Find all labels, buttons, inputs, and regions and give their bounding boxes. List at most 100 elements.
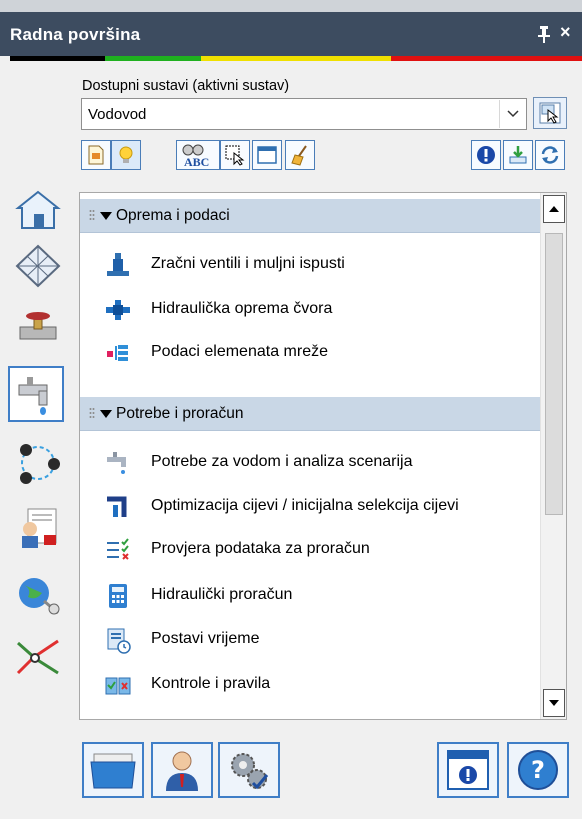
close-icon[interactable]: ×: [560, 22, 571, 43]
metro-lines-icon: [16, 639, 59, 675]
broom-icon: [291, 145, 307, 166]
settings-gears-icon: [231, 753, 269, 790]
window-title: Radna površina: [10, 25, 141, 44]
available-systems-label: Dostupni sustavi (aktivni sustav): [82, 78, 290, 94]
sidebar-globe[interactable]: [10, 566, 66, 622]
user-button[interactable]: [151, 742, 213, 798]
sidebar-network[interactable]: [10, 435, 66, 491]
pipe-optimize-icon: [107, 496, 127, 517]
list-item-label: Zračni ventili i muljni ispusti: [151, 255, 345, 272]
group-header-potrebe[interactable]: Potrebe i proračun: [80, 397, 540, 431]
list-item-label: Optimizacija cijevi / inicijalna selekci…: [151, 497, 459, 514]
water-demand-icon: [107, 452, 126, 474]
list-item-label: Provjera podataka za proračun: [151, 540, 370, 557]
valve-pipe-icon: [19, 312, 57, 340]
help-icon: ?: [518, 750, 558, 790]
help-button[interactable]: ?: [507, 742, 569, 798]
list-item-label: Postavi vrijeme: [151, 630, 260, 647]
spell-check-button[interactable]: ABC: [176, 140, 220, 170]
faucet-icon: [18, 377, 48, 415]
rules-book-icon: [105, 677, 131, 695]
list-item-network-data[interactable]: Podaci elemenata mreže: [80, 333, 540, 373]
grid-icon: [15, 244, 61, 288]
group-title: Oprema i podaci: [116, 207, 230, 224]
user-icon: [166, 751, 198, 791]
list-item-label: Kontrole i pravila: [151, 675, 271, 692]
info-icon: [477, 146, 495, 164]
info-window-button[interactable]: [437, 742, 499, 798]
spell-check-icon: ABC: [182, 144, 209, 168]
system-select[interactable]: Vodovod: [81, 98, 527, 130]
sidebar-home[interactable]: [10, 183, 66, 239]
select-cursor-icon: [225, 145, 245, 166]
clock-document-icon: [107, 628, 131, 654]
list-item-label: Podaci elemenata mreže: [151, 343, 328, 360]
vertical-scrollbar[interactable]: [540, 193, 566, 719]
group-header-oprema[interactable]: Oprema i podaci: [80, 199, 540, 233]
list-item-node-equipment[interactable]: Hidraulička oprema čvora: [80, 290, 540, 330]
collapse-triangle-icon[interactable]: [100, 212, 112, 220]
node-equipment-icon: [106, 300, 130, 320]
network-nodes-icon: [20, 444, 60, 484]
list-item-pipe-optimize[interactable]: Optimizacija cijevi / inicijalna selekci…: [80, 487, 540, 527]
list-item-check-data[interactable]: Provjera podataka za proračun: [80, 530, 540, 570]
scrollbar-thumb[interactable]: [545, 233, 563, 515]
calculator-icon: [109, 584, 127, 608]
pick-system-button[interactable]: [533, 97, 567, 129]
list-item-water-demand[interactable]: Potrebe za vodom i analiza scenarija: [80, 443, 540, 483]
svg-text:ABC: ABC: [184, 155, 209, 168]
scroll-up-icon: [549, 206, 559, 212]
list-item-air-valves[interactable]: Zračni ventili i muljni ispusti: [80, 245, 540, 285]
scroll-down-button[interactable]: [543, 689, 565, 717]
list-item-label: Hidraulički proračun: [151, 586, 293, 603]
scroll-up-button[interactable]: [543, 195, 565, 223]
sidebar-metro[interactable]: [10, 628, 66, 684]
broom-button[interactable]: [285, 140, 315, 170]
lightbulb-button[interactable]: [111, 140, 141, 170]
folder-icon: [90, 753, 136, 789]
tasks-panel: Oprema i podaci Zračni ventili i muljni …: [79, 192, 567, 720]
list-item-rules[interactable]: Kontrole i pravila: [80, 665, 540, 705]
collapse-triangle-icon[interactable]: [100, 410, 112, 418]
window-button[interactable]: [252, 140, 282, 170]
new-document-button[interactable]: [81, 140, 111, 170]
new-document-icon: [88, 145, 104, 165]
refresh-button[interactable]: [535, 140, 565, 170]
list-item-label: Hidraulička oprema čvora: [151, 300, 333, 317]
group-title: Potrebe i proračun: [116, 405, 244, 422]
list-item-label: Potrebe za vodom i analiza scenarija: [151, 453, 413, 470]
lightbulb-icon: [119, 146, 133, 163]
title-bar: Radna površina ×: [0, 12, 582, 56]
air-valve-icon: [107, 253, 129, 276]
sidebar-grid[interactable]: [10, 238, 66, 294]
report-user-icon: [22, 508, 57, 548]
globe-satellite-icon: [19, 578, 60, 615]
list-item-hydraulic-calc[interactable]: Hidraulički proračun: [80, 576, 540, 616]
checklist-icon: [107, 538, 129, 560]
import-icon: [509, 146, 527, 164]
window-icon: [257, 146, 277, 164]
scroll-down-icon: [549, 700, 559, 706]
list-item-set-time[interactable]: Postavi vrijeme: [80, 620, 540, 660]
house-icon: [15, 190, 61, 229]
network-data-icon: [107, 345, 128, 361]
sidebar-report[interactable]: [10, 500, 66, 556]
svg-text:?: ?: [531, 756, 545, 784]
system-select-value: Vodovod: [88, 106, 147, 123]
chevron-down-icon[interactable]: [499, 100, 525, 128]
folder-button[interactable]: [82, 742, 144, 798]
grip-icon: [89, 210, 95, 220]
sidebar-faucet[interactable]: [8, 366, 64, 422]
info-button[interactable]: [471, 140, 501, 170]
import-button[interactable]: [503, 140, 533, 170]
grip-icon: [89, 408, 95, 418]
select-cursor-button[interactable]: [220, 140, 250, 170]
window-top-strip: [0, 0, 582, 12]
settings-button[interactable]: [218, 742, 280, 798]
system-status-bar: [10, 56, 582, 61]
info-window-icon: [447, 750, 489, 790]
sidebar-valve[interactable]: [10, 300, 66, 356]
tasks-panel-content: Oprema i podaci Zračni ventili i muljni …: [80, 193, 540, 719]
refresh-icon: [541, 146, 559, 164]
pin-icon[interactable]: [535, 24, 553, 44]
